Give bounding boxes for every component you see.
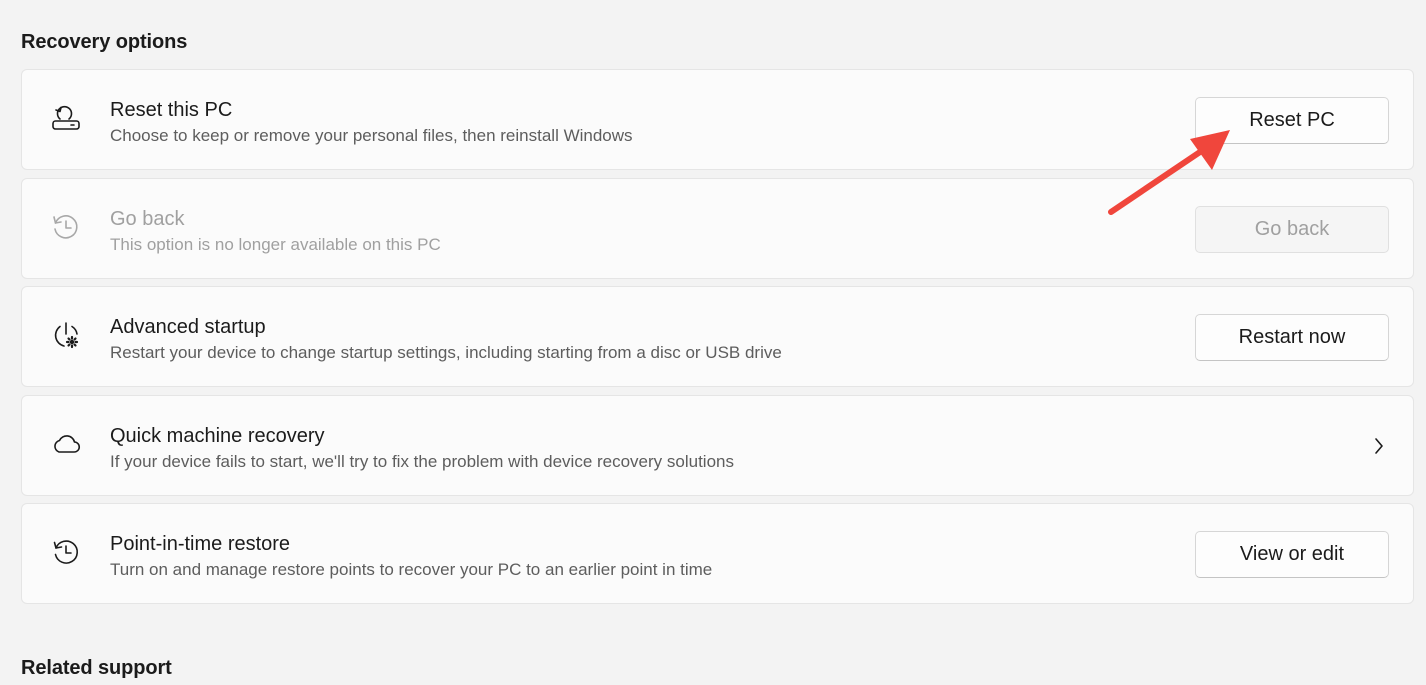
quick-machine-recovery-card[interactable]: Quick machine recovery If your device fa…: [21, 395, 1414, 496]
option-description: Choose to keep or remove your personal f…: [110, 126, 633, 145]
option-title: Reset this PC: [110, 99, 233, 121]
option-description: Turn on and manage restore points to rec…: [110, 560, 713, 579]
option-title: Advanced startup: [110, 316, 266, 338]
go-back-card: Go back This option is no longer availab…: [21, 178, 1414, 279]
option-title: Quick machine recovery: [110, 425, 325, 447]
related-support-heading: Related support: [21, 657, 172, 679]
point-in-time-restore-card: Point-in-time restore Turn on and manage…: [21, 503, 1414, 604]
restore-history-icon: [50, 536, 82, 568]
option-title: Point-in-time restore: [110, 533, 291, 555]
option-title: Go back: [110, 208, 185, 230]
power-settings-icon: [50, 319, 82, 351]
go-back-button[interactable]: Go back: [1195, 206, 1389, 253]
history-icon: [50, 211, 82, 243]
reset-pc-icon: [50, 102, 82, 134]
cloud-icon: [50, 428, 82, 460]
reset-this-pc-card: Reset this PC Choose to keep or remove y…: [21, 69, 1414, 170]
reset-pc-button[interactable]: Reset PC: [1195, 97, 1389, 144]
view-or-edit-button[interactable]: View or edit: [1195, 531, 1389, 578]
advanced-startup-card: Advanced startup Restart your device to …: [21, 286, 1414, 387]
option-description: This option is no longer available on th…: [110, 235, 441, 254]
option-description: Restart your device to change startup se…: [110, 343, 782, 362]
restart-now-button[interactable]: Restart now: [1195, 314, 1389, 361]
recovery-options-heading: Recovery options: [21, 31, 188, 53]
chevron-right-icon: [1367, 434, 1391, 458]
option-description: If your device fails to start, we'll try…: [110, 452, 734, 471]
